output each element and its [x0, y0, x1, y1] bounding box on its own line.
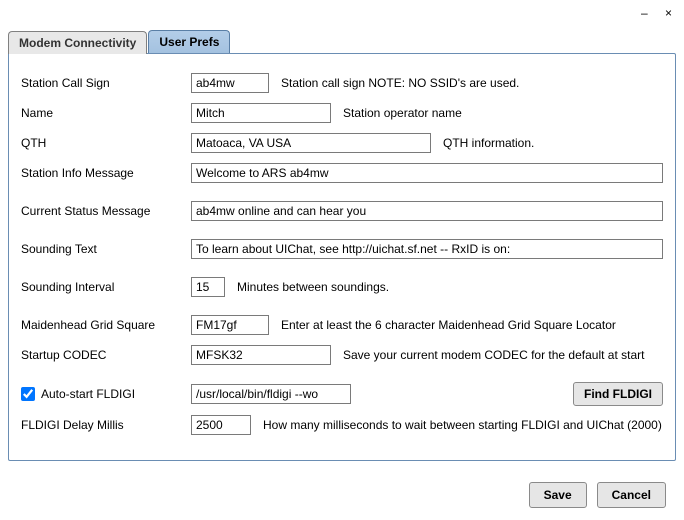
- dialog-buttons: Save Cancel: [529, 482, 666, 508]
- input-name[interactable]: [191, 103, 331, 123]
- input-info-msg[interactable]: [191, 163, 663, 183]
- tab-user-prefs[interactable]: User Prefs: [148, 30, 230, 53]
- input-fldigi-delay[interactable]: [191, 415, 251, 435]
- checkbox-autostart-fldigi[interactable]: [21, 387, 35, 401]
- input-status-msg[interactable]: [191, 201, 663, 221]
- hint-name: Station operator name: [343, 106, 462, 120]
- label-info-msg: Station Info Message: [21, 166, 191, 180]
- hint-qth: QTH information.: [443, 136, 534, 150]
- label-status-msg: Current Status Message: [21, 204, 191, 218]
- hint-codec: Save your current modem CODEC for the de…: [343, 348, 644, 362]
- save-button[interactable]: Save: [529, 482, 587, 508]
- tab-bar: Modem Connectivity User Prefs: [8, 30, 676, 53]
- label-grid: Maidenhead Grid Square: [21, 318, 191, 332]
- label-sounding-interval: Sounding Interval: [21, 280, 191, 294]
- label-sounding-text: Sounding Text: [21, 242, 191, 256]
- label-fldigi-delay: FLDIGI Delay Millis: [21, 418, 191, 432]
- hint-call-sign: Station call sign NOTE: NO SSID's are us…: [281, 76, 519, 90]
- input-sounding-interval[interactable]: [191, 277, 225, 297]
- label-call-sign: Station Call Sign: [21, 76, 191, 90]
- label-qth: QTH: [21, 136, 191, 150]
- minimize-icon[interactable]: –: [641, 6, 648, 20]
- find-fldigi-button[interactable]: Find FLDIGI: [573, 382, 663, 406]
- label-name: Name: [21, 106, 191, 120]
- preferences-window: – × Modem Connectivity User Prefs Statio…: [0, 0, 684, 520]
- hint-grid: Enter at least the 6 character Maidenhea…: [281, 318, 616, 332]
- user-prefs-panel: Station Call Sign Station call sign NOTE…: [8, 53, 676, 461]
- input-codec[interactable]: [191, 345, 331, 365]
- label-autostart-fldigi: Auto-start FLDIGI: [41, 387, 135, 401]
- cancel-button[interactable]: Cancel: [597, 482, 666, 508]
- input-grid[interactable]: [191, 315, 269, 335]
- titlebar-controls: – ×: [627, 0, 684, 20]
- tab-modem-connectivity[interactable]: Modem Connectivity: [8, 31, 147, 54]
- label-codec: Startup CODEC: [21, 348, 191, 362]
- content-area: Modem Connectivity User Prefs Station Ca…: [8, 30, 676, 472]
- input-fldigi-path[interactable]: [191, 384, 351, 404]
- input-call-sign[interactable]: [191, 73, 269, 93]
- hint-fldigi-delay: How many milliseconds to wait between st…: [263, 418, 662, 432]
- close-icon[interactable]: ×: [665, 6, 672, 20]
- input-qth[interactable]: [191, 133, 431, 153]
- hint-sounding-interval: Minutes between soundings.: [237, 280, 389, 294]
- input-sounding-text[interactable]: [191, 239, 663, 259]
